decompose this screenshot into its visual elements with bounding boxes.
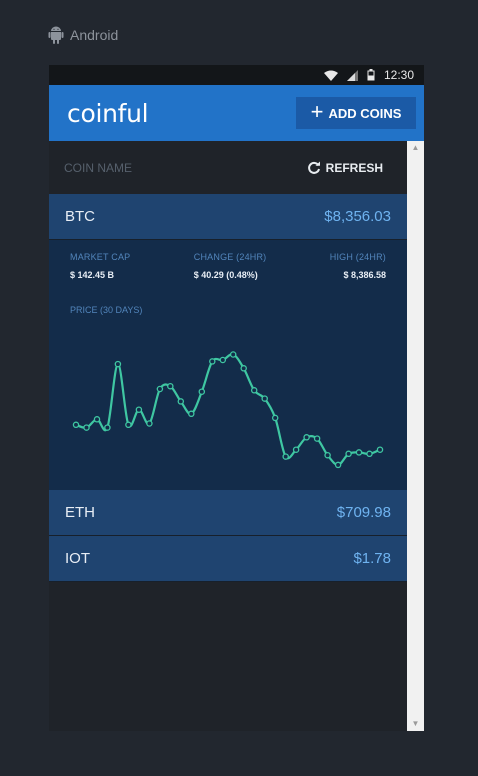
price-point [93,416,101,423]
change-value: $ 40.29 (0.48%) [193,270,258,280]
price-point [345,450,352,458]
price-point [104,424,111,431]
coin-price: $709.98 [336,504,391,521]
price-point [83,424,90,431]
price-point [292,446,300,453]
coin-symbol: IOT [65,550,90,567]
price-point [198,388,206,395]
refresh-label: REFRESH [325,160,383,175]
price-point [313,435,321,442]
price-point [250,387,258,394]
price-point [219,356,227,364]
price-point [146,420,153,427]
coin-row-iot[interactable]: IOT $1.78 [49,536,407,582]
price-point [167,382,174,390]
column-header-coin-name: COIN NAME [64,160,133,175]
price-point [271,414,279,422]
status-time: 12:30 [383,68,414,82]
price-point [355,449,363,456]
stats-row: MARKET CAP $ 142.45 B CHANGE (24HR) $ 40… [70,252,386,280]
coin-row-btc[interactable]: BTC $8,356.03 [49,194,407,240]
price-point [135,406,143,413]
price-point [303,434,310,441]
coin-price: $1.78 [353,550,391,567]
price-point [125,421,132,429]
high-value: $ 8,386.58 [343,270,386,280]
stat-market-cap: MARKET CAP $ 142.45 B [70,252,130,280]
battery-icon [367,69,375,81]
price-point [324,451,331,459]
coin-row-eth[interactable]: ETH $709.98 [49,490,407,536]
coin-price: $8,356.03 [324,208,391,225]
signal-icon [346,69,358,81]
price-line [75,353,381,466]
price-point [376,446,384,453]
price-chart [72,351,384,469]
price-point [209,358,216,365]
add-coins-button[interactable]: + ADD COINS [296,97,416,129]
scroll-down-arrow-icon[interactable]: ▼ [407,717,424,731]
price-point [366,450,373,458]
coin-symbol: BTC [65,208,95,225]
coin-symbol: ETH [65,504,95,521]
status-bar: 12:30 [49,65,424,85]
stat-high: HIGH (24HR) $ 8,386.58 [330,252,386,280]
price-point [334,461,342,469]
market-cap-value: $ 142.45 B [70,270,115,280]
android-icon [48,26,64,44]
coin-details-panel: MARKET CAP $ 142.45 B CHANGE (24HR) $ 40… [49,240,407,490]
price-point [156,385,164,393]
app-bar: coinful + ADD COINS [49,85,424,141]
coin-list-panel: COIN NAME REFRESH BTC $8,356.03 MARKET C… [49,141,407,731]
price-point [72,421,80,429]
price-point [282,453,289,460]
plus-icon: + [310,99,324,124]
platform-label: Android [48,25,118,45]
app-logo: coinful [67,98,149,128]
scroll-up-arrow-icon[interactable]: ▲ [407,141,424,155]
table-header: COIN NAME REFRESH [49,141,407,194]
wifi-icon [323,70,338,81]
price-point [188,410,195,418]
add-coins-label: ADD COINS [328,105,402,121]
price-point [177,398,185,405]
scrollbar[interactable]: ▲ ▼ [407,141,424,731]
high-label: HIGH (24HR) [329,252,386,262]
price-point [240,365,247,372]
refresh-button[interactable]: REFRESH [307,161,383,175]
market-cap-label: MARKET CAP [70,252,131,262]
device-frame: 12:30 coinful + ADD COINS COIN NAME REFR… [49,65,424,731]
platform-name: Android [70,27,119,43]
price-point [261,395,268,402]
price-point [229,351,237,358]
change-label: CHANGE (24HR) [193,252,267,262]
refresh-icon [307,161,320,174]
price-chart-label: PRICE (30 DAYS) [70,305,143,315]
price-point [114,360,122,368]
stat-change: CHANGE (24HR) $ 40.29 (0.48%) [194,252,267,280]
